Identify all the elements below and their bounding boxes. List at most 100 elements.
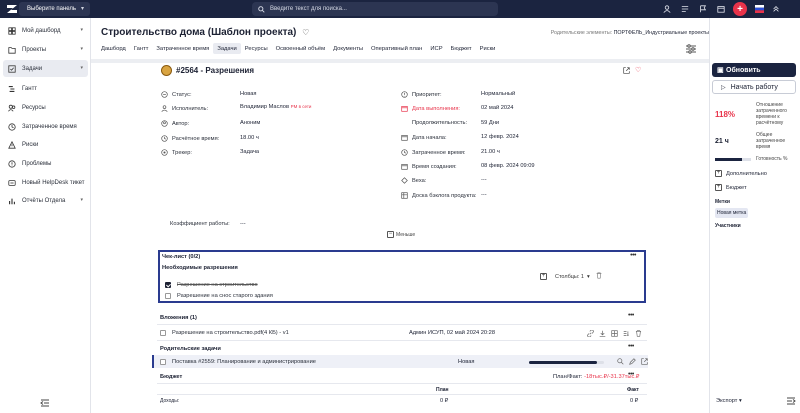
- tab-documents[interactable]: Документы: [329, 43, 367, 54]
- tab-tasks[interactable]: Задачи: [213, 43, 241, 54]
- language-flag-icon[interactable]: [752, 2, 766, 16]
- add-icon[interactable]: +: [733, 2, 747, 16]
- heart-icon[interactable]: ♡: [635, 67, 641, 76]
- export-menu[interactable]: Экспорт ▾: [716, 398, 742, 404]
- chevron-down-icon: ▾: [586, 273, 590, 280]
- field-value: Аноним: [240, 120, 261, 126]
- more-options-icon[interactable]: •••: [630, 252, 636, 259]
- parent-task-link[interactable]: Поставка #2559: Планирование и администр…: [172, 359, 316, 365]
- checkbox[interactable]: [160, 330, 166, 336]
- search-icon: [258, 5, 265, 13]
- assignee-link[interactable]: Владимир Маслов: [240, 104, 289, 110]
- chevron-down-icon: ▾: [80, 65, 83, 71]
- main-content: Строительство дома (Шаблон проекта) ♡ Ро…: [91, 18, 709, 413]
- attachment-meta: Админ ИСУП, 02 май 2024 20:28: [409, 330, 495, 336]
- collapse-sidebar-icon[interactable]: [40, 398, 50, 408]
- sidebar-item-risks[interactable]: Риски: [3, 136, 88, 153]
- grid-icon[interactable]: [611, 330, 618, 339]
- budget-toggle[interactable]: + Бюджет: [715, 184, 747, 191]
- sidebar-item-reports[interactable]: Отчёты Отдела ▾: [3, 192, 88, 209]
- flag-icon[interactable]: [696, 2, 710, 16]
- start-work-button[interactable]: ▷ Начать работу: [712, 80, 796, 94]
- board-icon: [401, 192, 408, 199]
- sidebar-item-problems[interactable]: Проблемы: [3, 155, 88, 172]
- chevron-down-icon: ▾: [80, 46, 83, 52]
- task-list-icon[interactable]: [678, 2, 692, 16]
- columns-select[interactable]: Столбцы: 1: [555, 274, 584, 280]
- field-work-coefficient: Коэффициент работы:: [170, 221, 230, 227]
- field-label: Дата выполнения:: [412, 105, 461, 112]
- tab-resources[interactable]: Ресурсы: [241, 43, 272, 54]
- sidebar-item-dashboard[interactable]: Мой дашборд ▾: [3, 22, 88, 39]
- collapse-panel-icon[interactable]: [786, 396, 796, 408]
- user-icon[interactable]: [660, 2, 674, 16]
- checklist-item: Разрешение на строительство: [165, 282, 258, 288]
- chevron-down-icon: ▾: [80, 6, 84, 12]
- sidebar-item-tasks[interactable]: Задачи ▾: [3, 60, 88, 77]
- checkbox[interactable]: [160, 359, 166, 365]
- calendar-icon: [401, 134, 408, 141]
- search-input[interactable]: Введите текст для поиска...: [252, 2, 498, 16]
- logo-icon[interactable]: [5, 2, 19, 16]
- resources-icon: [8, 104, 16, 111]
- project-title: Строительство дома (Шаблон проекта): [101, 27, 297, 38]
- tab-dashboard[interactable]: Дашборд: [97, 43, 130, 54]
- open-external-icon[interactable]: [641, 358, 648, 367]
- attach-icon[interactable]: [623, 330, 630, 339]
- trash-icon[interactable]: [596, 272, 602, 281]
- more-options-icon[interactable]: •••: [628, 312, 634, 319]
- panel-select[interactable]: Выберите панель ▾: [19, 2, 90, 16]
- tag-new[interactable]: Новая метка: [715, 208, 749, 218]
- field-value: ---: [481, 177, 487, 183]
- tab-time[interactable]: Затраченное время: [152, 43, 213, 54]
- download-icon[interactable]: [599, 330, 606, 339]
- tab-wbs[interactable]: ИСР: [426, 43, 446, 54]
- sidebar-item-time[interactable]: Затраченное время: [3, 118, 88, 135]
- field-label: Приоритет:: [412, 91, 442, 98]
- tab-earned-value[interactable]: Освоенный объём: [272, 43, 329, 54]
- attachment-row: Разрешение на строительство.pdf(4 КБ) - …: [160, 330, 289, 336]
- add-column-icon[interactable]: +: [540, 273, 547, 280]
- more-options-icon[interactable]: •••: [628, 371, 634, 378]
- sidebar-item-label: Ресурсы: [22, 104, 46, 111]
- trash-icon[interactable]: [635, 330, 642, 339]
- field-due-date: Дата выполнения:: [401, 105, 460, 112]
- update-button-label: Обновить: [726, 66, 761, 74]
- ready-label: Готовность %: [756, 156, 788, 162]
- search-placeholder: Введите текст для поиска...: [270, 6, 347, 12]
- sidebar-item-resources[interactable]: Ресурсы: [3, 99, 88, 116]
- field-value: ---: [240, 221, 246, 227]
- field-milestone: Веха:: [401, 177, 426, 184]
- related-link[interactable]: ПОРТФЕЛЬ_Индустриальные проекты: [614, 30, 709, 36]
- update-button[interactable]: ▣ Обновить: [712, 63, 796, 77]
- parent-task-row: Поставка #2559: Планирование и администр…: [160, 359, 316, 365]
- search-icon[interactable]: [617, 358, 624, 367]
- open-external-icon[interactable]: [623, 67, 630, 76]
- budget-col-plan: План: [436, 387, 449, 393]
- total-hours-value: 21 ч: [715, 138, 729, 145]
- tab-budget[interactable]: Бюджет: [447, 43, 476, 54]
- tab-operational-plan[interactable]: Оперативный план: [367, 43, 426, 54]
- tab-risks[interactable]: Риски: [476, 43, 500, 54]
- heart-icon[interactable]: ♡: [302, 28, 309, 37]
- link-icon[interactable]: [587, 329, 594, 339]
- edit-icon[interactable]: [629, 358, 636, 367]
- checklist-item-label: Разрешение на строительство: [177, 282, 258, 288]
- show-less-button[interactable]: − Меньше: [387, 231, 415, 238]
- sidebar-item-helpdesk[interactable]: Новый HelpDesk тикет: [3, 174, 88, 191]
- collapse-icon: −: [387, 231, 394, 238]
- more-options-icon[interactable]: •••: [628, 343, 634, 350]
- filter-settings-icon[interactable]: [685, 44, 697, 54]
- checkbox[interactable]: [165, 282, 171, 288]
- tab-gantt[interactable]: Гантт: [130, 43, 153, 54]
- attachment-file-link[interactable]: Разрешение на строительство.pdf(4 КБ) - …: [172, 330, 289, 336]
- attachment-actions: [587, 329, 642, 339]
- more-menu-icon[interactable]: [769, 2, 783, 16]
- checkbox[interactable]: [165, 293, 171, 299]
- field-value: Новая: [240, 91, 257, 97]
- calendar-icon[interactable]: [714, 2, 728, 16]
- additional-toggle[interactable]: + Дополнительно: [715, 170, 767, 177]
- field-label: Расчётное время:: [172, 135, 220, 142]
- sidebar-item-gantt[interactable]: Гантт: [3, 80, 88, 97]
- sidebar-item-projects[interactable]: Проекты ▾: [3, 41, 88, 58]
